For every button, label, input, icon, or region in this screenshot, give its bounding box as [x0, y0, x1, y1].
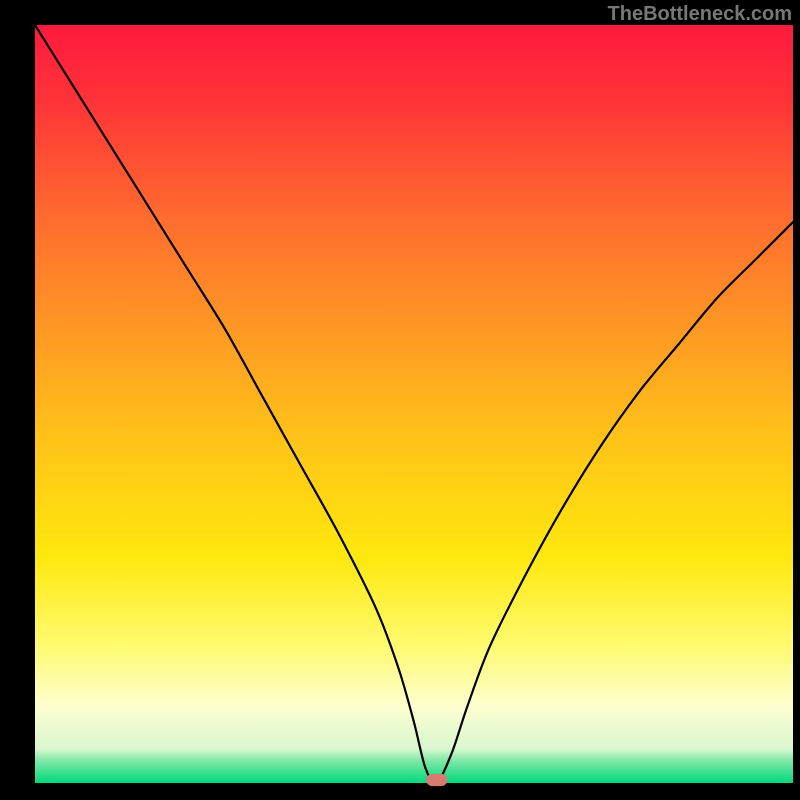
watermark-text: TheBottleneck.com [608, 3, 792, 26]
chart-root: TheBottleneck.com [0, 0, 800, 800]
optimal-point-marker [426, 774, 447, 786]
chart-background-gradient [35, 25, 793, 783]
bottleneck-chart [0, 0, 800, 800]
